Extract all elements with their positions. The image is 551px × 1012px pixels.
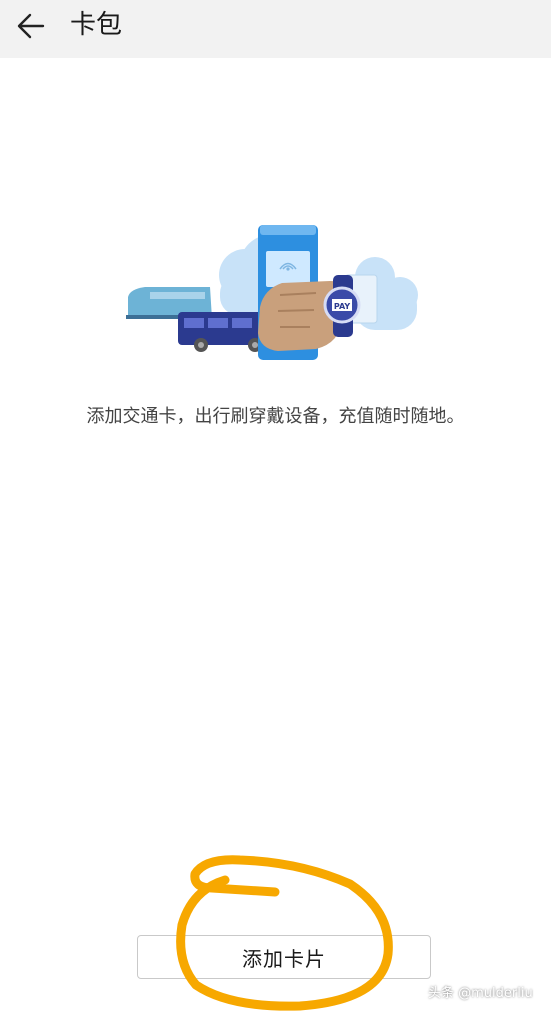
page-title: 卡包 [70, 10, 123, 40]
add-card-button[interactable]: 添加卡片 [137, 935, 431, 979]
transit-card-illustration: PAY [120, 215, 430, 375]
top-bar: 卡包 [0, 0, 551, 58]
pay-badge: PAY [334, 302, 351, 311]
back-button[interactable] [10, 5, 52, 47]
watermark-text: 头条 @mulderliu [428, 986, 533, 1001]
transit-card-hint: 添加交通卡，出行刷穿戴设备，充值随时随地。 [86, 406, 465, 427]
bus-shape [178, 312, 268, 352]
hand-drawn-highlight-circle [176, 855, 393, 1011]
back-arrow-icon [17, 13, 45, 39]
